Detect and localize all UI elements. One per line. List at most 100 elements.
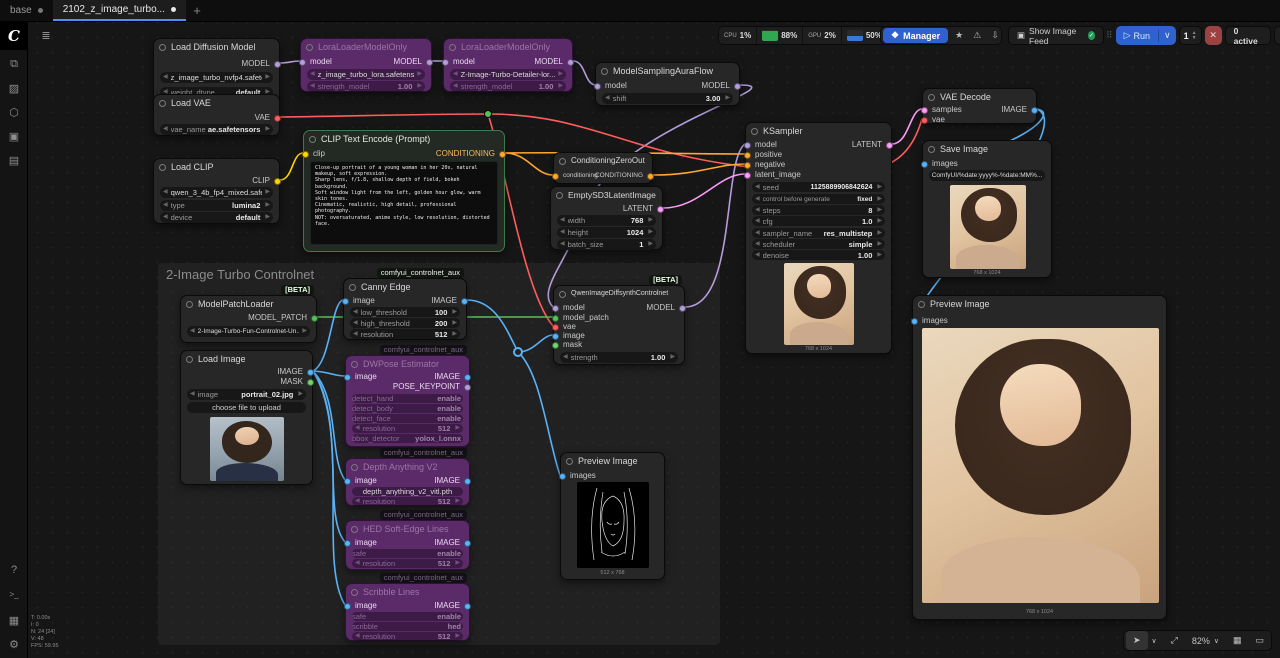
slot-dot[interactable] xyxy=(311,315,318,322)
widget-strength[interactable]: strength_model1.00 xyxy=(307,81,425,92)
slot-dot[interactable] xyxy=(552,173,559,180)
tab-current-workflow[interactable]: 2102_z_image_turbo... xyxy=(53,0,186,21)
collapse-dot-icon[interactable] xyxy=(559,291,566,298)
widget-resolution[interactable]: resolution512 xyxy=(352,424,463,433)
slot-dot[interactable] xyxy=(344,603,351,610)
slot-dot[interactable] xyxy=(302,151,309,158)
widget-denoise[interactable]: denoise1.00 xyxy=(752,250,885,260)
node-load-clip[interactable]: Load CLIP CLIP qwen_3_4b_fp4_mixed.safet… xyxy=(153,158,280,224)
slot-dot[interactable] xyxy=(552,305,559,312)
widget-filename-prefix[interactable]: ComfyUI/%date:yyyy%-%date:MM%... xyxy=(929,170,1045,181)
widget-resolution[interactable]: resolution512 xyxy=(352,632,463,641)
widget-vae-name[interactable]: vae_nameae.safetensors xyxy=(160,124,273,135)
collapse-dot-icon[interactable] xyxy=(351,589,358,596)
node-title[interactable]: QwenImageDiffsynthControlnet xyxy=(554,286,684,302)
widget-device[interactable]: devicedefault xyxy=(160,212,273,223)
collapse-dot-icon[interactable] xyxy=(751,128,758,135)
node-lora-loader-2[interactable]: LoraLoaderModelOnly model MODEL Z-Image-… xyxy=(443,38,573,92)
collapse-dot-icon[interactable] xyxy=(349,284,356,291)
slot-dot[interactable] xyxy=(442,59,449,66)
node-canny-edge[interactable]: comfyui_controlnet_aux Canny Edge image … xyxy=(343,278,467,340)
slot-dot[interactable] xyxy=(744,152,751,159)
collapse-dot-icon[interactable] xyxy=(351,464,358,471)
collapse-dot-icon[interactable] xyxy=(566,458,573,465)
slot-dot[interactable] xyxy=(464,603,471,610)
slot-dot[interactable] xyxy=(344,478,351,485)
toggle-grid-button[interactable]: ▦ xyxy=(1226,631,1249,650)
widget-sampler-name[interactable]: sampler_nameres_multistep xyxy=(752,228,885,238)
slot-dot[interactable] xyxy=(567,59,574,66)
node-title[interactable]: VAE Decode xyxy=(923,89,1036,105)
sidebar-item-model-library[interactable]: ▣ xyxy=(0,126,28,146)
node-load-vae[interactable]: Load VAE VAE vae_nameae.safetensors xyxy=(153,94,280,136)
toggle-minimap-button[interactable]: ▭ xyxy=(1248,631,1271,650)
node-title[interactable]: Load CLIP xyxy=(154,159,279,175)
slot-dot[interactable] xyxy=(921,117,928,124)
widget-detect-face[interactable]: detect_faceenable xyxy=(352,414,463,423)
node-title[interactable]: EmptySD3LatentImage xyxy=(551,187,662,203)
widget-cfg[interactable]: cfg1.0 xyxy=(752,216,885,226)
node-title[interactable]: Load VAE xyxy=(154,95,279,111)
node-title[interactable]: Scribble Lines xyxy=(346,584,469,600)
slot-dot[interactable] xyxy=(307,369,314,376)
widget-low-threshold[interactable]: low_threshold100 xyxy=(350,307,460,317)
widget-high-threshold[interactable]: high_threshold200 xyxy=(350,318,460,328)
fit-view-button[interactable]: ⤢ xyxy=(1164,631,1185,650)
slot-dot[interactable] xyxy=(744,172,751,179)
widget-lora-name[interactable]: z_image_turbo_lora.safetens... xyxy=(307,69,425,80)
slot-dot[interactable] xyxy=(594,83,601,90)
slot-dot[interactable] xyxy=(307,379,314,386)
widget-model-name[interactable]: depth_anything_v2_vitl.pth xyxy=(352,487,463,496)
slot-dot[interactable] xyxy=(274,61,281,68)
canny-preview-image[interactable] xyxy=(577,482,649,568)
widget-strength[interactable]: strength_model1.00 xyxy=(450,81,566,92)
collapse-dot-icon[interactable] xyxy=(306,44,313,51)
node-preview-image-center[interactable]: Preview Image images 512 x 768 xyxy=(560,452,665,580)
collapse-dot-icon[interactable] xyxy=(928,146,935,153)
notifications-button[interactable]: ⚠ xyxy=(968,28,986,43)
zoom-level-dropdown[interactable]: 82%∨ xyxy=(1185,631,1226,650)
node-title[interactable]: LoraLoaderModelOnly xyxy=(301,39,431,55)
node-aux-preprocessor-4[interactable]: comfyui_controlnet_aux Scribble Lines im… xyxy=(345,583,470,641)
run-button[interactable]: ▷ Run xyxy=(1116,28,1158,43)
reroute-node[interactable] xyxy=(513,347,523,357)
collapse-dot-icon[interactable] xyxy=(556,192,563,199)
new-workflow-tab-button[interactable]: + xyxy=(186,0,208,21)
run-options-dropdown[interactable]: ∨ xyxy=(1159,28,1176,43)
node-title[interactable]: ModelSamplingAuraFlow xyxy=(596,63,739,79)
node-save-image[interactable]: Save Image images ComfyUI/%date:yyyy%-%d… xyxy=(922,140,1052,278)
slot-dot[interactable] xyxy=(647,173,654,180)
drag-handle-icon[interactable]: ⠿ xyxy=(1106,30,1113,41)
node-title[interactable]: Load Diffusion Model xyxy=(154,39,279,55)
slot-dot[interactable] xyxy=(274,178,281,185)
pointer-tool-dropdown[interactable]: ∨ xyxy=(1150,631,1164,650)
sidebar-item-help[interactable]: ? xyxy=(0,560,28,580)
node-title[interactable]: Preview Image xyxy=(561,453,664,469)
widget-strength[interactable]: strength1.00 xyxy=(560,352,678,363)
sidebar-item-terminal[interactable]: >_ xyxy=(0,584,28,604)
node-ksampler[interactable]: KSampler model LATENT positive negative … xyxy=(745,122,892,354)
node-vae-decode[interactable]: VAE Decode samples IMAGE vae xyxy=(922,88,1037,124)
widget-clip-name[interactable]: qwen_3_4b_fp4_mixed.safeten... xyxy=(160,187,273,198)
widget-scheduler[interactable]: schedulersimple xyxy=(752,239,885,249)
pointer-tool-button[interactable]: ➤ xyxy=(1126,631,1148,650)
favorites-button[interactable]: ★ xyxy=(950,28,968,43)
widget-detect-body[interactable]: detect_bodyenable xyxy=(352,404,463,413)
node-model-sampling-auraflow[interactable]: ModelSamplingAuraFlow model MODEL shift3… xyxy=(595,62,740,106)
slot-dot[interactable] xyxy=(464,374,471,381)
widget-bbox-detector[interactable]: bbox_detectoryolox_l.onnx xyxy=(352,434,463,443)
manager-button[interactable]: ❖ Manager xyxy=(883,28,948,43)
node-title[interactable]: Load Image xyxy=(181,351,312,367)
node-title[interactable]: Preview Image xyxy=(913,296,1166,312)
update-button[interactable]: ⇩ xyxy=(986,28,1004,43)
node-model-patch-loader[interactable]: [BETA] ModelPatchLoader MODEL_PATCH 2-Im… xyxy=(180,295,317,343)
sidebar-item-logs[interactable]: ▦ xyxy=(0,610,28,630)
upload-button[interactable]: choose file to upload xyxy=(187,402,306,413)
slot-dot[interactable] xyxy=(734,83,741,90)
node-title[interactable]: Canny Edge xyxy=(344,279,466,295)
slot-dot[interactable] xyxy=(342,298,349,305)
collapse-dot-icon[interactable] xyxy=(351,361,358,368)
node-title[interactable]: KSampler xyxy=(746,123,891,139)
slot-dot[interactable] xyxy=(344,374,351,381)
slot-dot[interactable] xyxy=(552,324,559,331)
